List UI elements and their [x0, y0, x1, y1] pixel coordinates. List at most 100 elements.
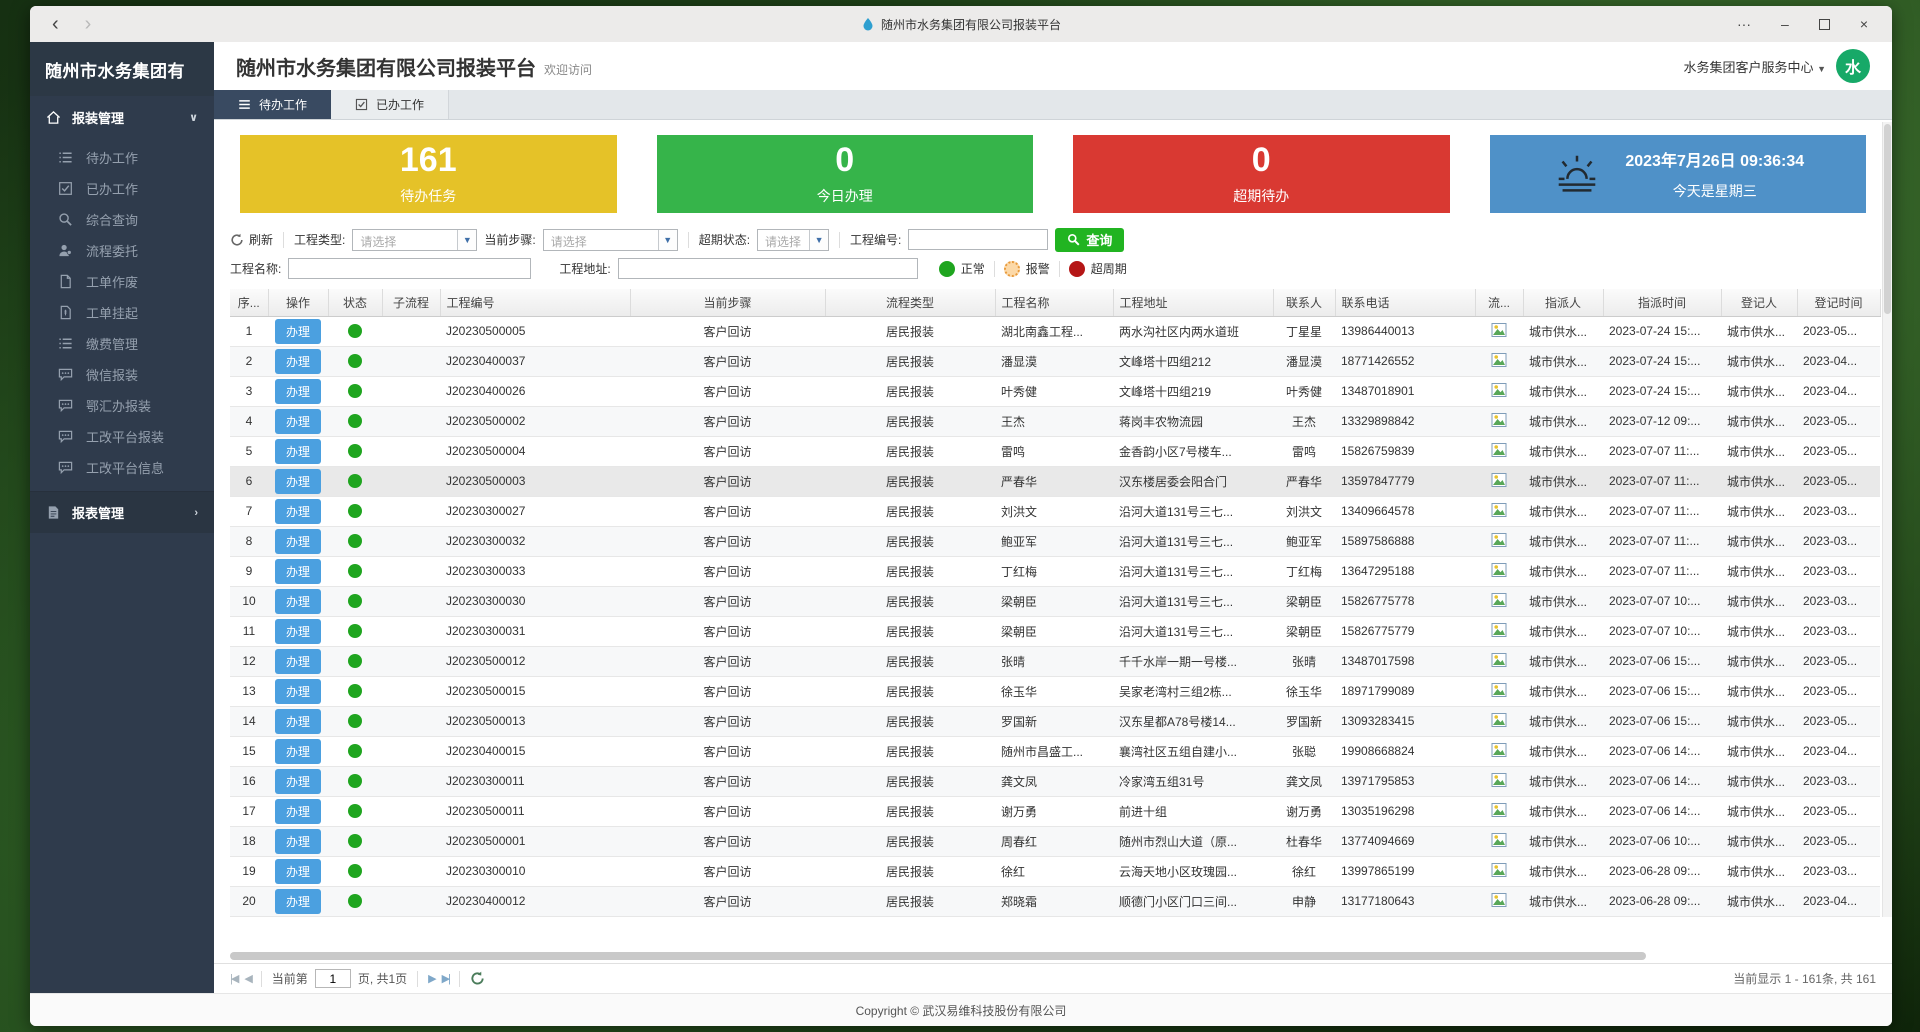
flow-chart-icon[interactable]: [1491, 472, 1507, 491]
handle-button[interactable]: 办理: [275, 319, 321, 344]
project-type-select[interactable]: 请选择▼: [352, 229, 477, 251]
flow-chart-icon[interactable]: [1491, 352, 1507, 371]
sidebar-item-baozhuang-guanli[interactable]: 报装管理 ∨: [30, 96, 214, 138]
handle-button[interactable]: 办理: [275, 589, 321, 614]
handle-button[interactable]: 办理: [275, 559, 321, 584]
table-row[interactable]: 18办理J20230500001客户回访居民报装周春红随州市烈山大道（原...杜…: [230, 826, 1880, 856]
flow-chart-icon[interactable]: [1491, 622, 1507, 641]
sidebar-item-ehuiban-install[interactable]: 鄂汇办报装: [30, 390, 214, 421]
handle-button[interactable]: 办理: [275, 829, 321, 854]
search-button[interactable]: 查询: [1055, 228, 1124, 252]
page-number-input[interactable]: [315, 969, 351, 988]
project-address-input[interactable]: [618, 258, 918, 279]
flow-chart-icon[interactable]: [1491, 502, 1507, 521]
flow-chart-icon[interactable]: [1491, 742, 1507, 761]
table-row[interactable]: 20办理J20230400012客户回访居民报装郑晓霜顺德门小区门口三间...申…: [230, 886, 1880, 916]
flow-chart-icon[interactable]: [1491, 682, 1507, 701]
close-icon[interactable]: ×: [1860, 16, 1868, 32]
next-page-button[interactable]: ▶: [428, 972, 434, 985]
table-row[interactable]: 6办理J20230500003客户回访居民报装严春华汉东楼居委会阳合门严春华13…: [230, 466, 1880, 496]
table-row[interactable]: 16办理J20230300011客户回访居民报装龚文凤冷家湾五组31号龚文凤13…: [230, 766, 1880, 796]
handle-button[interactable]: 办理: [275, 409, 321, 434]
table-row[interactable]: 12办理J20230500012客户回访居民报装张晴千千水岸一期一号楼...张晴…: [230, 646, 1880, 676]
prev-page-button[interactable]: ◀: [244, 972, 250, 985]
table-row[interactable]: 2办理J20230400037客户回访居民报装潘显漠文峰塔十四组212潘显漠18…: [230, 346, 1880, 376]
flow-chart-icon[interactable]: [1491, 592, 1507, 611]
table-row[interactable]: 5办理J20230500004客户回访居民报装雷鸣金香韵小区7号楼车...雷鸣1…: [230, 436, 1880, 466]
reload-icon[interactable]: [470, 971, 485, 986]
flow-chart-icon[interactable]: [1491, 802, 1507, 821]
avatar[interactable]: 水: [1836, 49, 1870, 83]
flow-chart-icon[interactable]: [1491, 382, 1507, 401]
table-row[interactable]: 3办理J20230400026客户回访居民报装叶秀健文峰塔十四组219叶秀健13…: [230, 376, 1880, 406]
refresh-button[interactable]: 刷新: [230, 231, 273, 248]
sidebar-item-payment-management[interactable]: 缴费管理: [30, 328, 214, 359]
sidebar-item-workorder-suspend[interactable]: 工单挂起: [30, 297, 214, 328]
cell-flowchart: [1475, 586, 1523, 616]
project-name-input[interactable]: [288, 258, 531, 279]
table-row[interactable]: 8办理J20230300032客户回访居民报装鲍亚军沿河大道131号三七...鲍…: [230, 526, 1880, 556]
table-row[interactable]: 13办理J20230500015客户回访居民报装徐玉华吴家老湾村三组2栋...徐…: [230, 676, 1880, 706]
handle-button[interactable]: 办理: [275, 529, 321, 554]
handle-button[interactable]: 办理: [275, 499, 321, 524]
table-row[interactable]: 11办理J20230300031客户回访居民报装梁朝臣沿河大道131号三七...…: [230, 616, 1880, 646]
overdue-status-select[interactable]: 请选择▼: [757, 229, 829, 251]
maximize-icon[interactable]: [1819, 19, 1830, 30]
first-page-button[interactable]: |◀: [230, 972, 237, 985]
flow-chart-icon[interactable]: [1491, 862, 1507, 881]
last-page-button[interactable]: ▶|: [442, 972, 449, 985]
tab-done-work[interactable]: 已办工作: [331, 90, 449, 119]
handle-button[interactable]: 办理: [275, 769, 321, 794]
table-row[interactable]: 9办理J20230300033客户回访居民报装丁红梅沿河大道131号三七...丁…: [230, 556, 1880, 586]
back-icon[interactable]: ‹: [52, 13, 59, 36]
handle-button[interactable]: 办理: [275, 679, 321, 704]
handle-button[interactable]: 办理: [275, 799, 321, 824]
table-row[interactable]: 14办理J20230500013客户回访居民报装罗国新汉东星都A78号楼14..…: [230, 706, 1880, 736]
table-row[interactable]: 10办理J20230300030客户回访居民报装梁朝臣沿河大道131号三七...…: [230, 586, 1880, 616]
sidebar-item-gongai-platform-info[interactable]: 工改平台信息: [30, 452, 214, 483]
handle-button[interactable]: 办理: [275, 859, 321, 884]
handle-button[interactable]: 办理: [275, 469, 321, 494]
handle-button[interactable]: 办理: [275, 889, 321, 914]
table-row[interactable]: 4办理J20230500002客户回访居民报装王杰蒋岗丰农物流园王杰133298…: [230, 406, 1880, 436]
handle-button[interactable]: 办理: [275, 439, 321, 464]
forward-icon[interactable]: ›: [85, 13, 92, 36]
table-row[interactable]: 1办理J20230500005客户回访居民报装湖北南鑫工程...两水沟社区内两水…: [230, 316, 1880, 346]
flow-chart-icon[interactable]: [1491, 832, 1507, 851]
minimize-icon[interactable]: –: [1781, 16, 1789, 32]
flow-chart-icon[interactable]: [1491, 532, 1507, 551]
flow-chart-icon[interactable]: [1491, 562, 1507, 581]
sidebar-item-done-work[interactable]: 已办工作: [30, 173, 214, 204]
more-icon[interactable]: ···: [1737, 16, 1751, 32]
sidebar-item-gongai-platform-install[interactable]: 工改平台报装: [30, 421, 214, 452]
sidebar-item-process-delegate[interactable]: 流程委托: [30, 235, 214, 266]
sidebar-item-wechat-install[interactable]: 微信报装: [30, 359, 214, 390]
user-menu[interactable]: 水务集团客户服务中心 ▼: [1683, 57, 1826, 76]
handle-button[interactable]: 办理: [275, 739, 321, 764]
handle-button[interactable]: 办理: [275, 619, 321, 644]
table-row[interactable]: 15办理J20230400015客户回访居民报装随州市昌盛工...襄湾社区五组自…: [230, 736, 1880, 766]
table-row[interactable]: 19办理J20230300010客户回访居民报装徐红云海天地小区玫瑰园...徐红…: [230, 856, 1880, 886]
current-step-select[interactable]: 请选择▼: [543, 229, 678, 251]
handle-button[interactable]: 办理: [275, 649, 321, 674]
handle-button[interactable]: 办理: [275, 709, 321, 734]
vertical-scrollbar[interactable]: [1882, 122, 1892, 917]
sidebar-item-comprehensive-query[interactable]: 综合查询: [30, 204, 214, 235]
flow-chart-icon[interactable]: [1491, 772, 1507, 791]
tab-todo-work[interactable]: 待办工作: [214, 90, 331, 119]
flow-chart-icon[interactable]: [1491, 442, 1507, 461]
flow-chart-icon[interactable]: [1491, 652, 1507, 671]
table-row[interactable]: 17办理J20230500011客户回访居民报装谢万勇前进十组谢万勇130351…: [230, 796, 1880, 826]
sidebar-item-report-management[interactable]: 报表管理 ›: [30, 491, 214, 533]
table-row[interactable]: 7办理J20230300027客户回访居民报装刘洪文沿河大道131号三七...刘…: [230, 496, 1880, 526]
sidebar-item-workorder-void[interactable]: 工单作废: [30, 266, 214, 297]
handle-button[interactable]: 办理: [275, 379, 321, 404]
handle-button[interactable]: 办理: [275, 349, 321, 374]
flow-chart-icon[interactable]: [1491, 322, 1507, 341]
horizontal-scrollbar[interactable]: [230, 952, 1876, 962]
sidebar-item-todo-work[interactable]: 待办工作: [30, 142, 214, 173]
flow-chart-icon[interactable]: [1491, 712, 1507, 731]
flow-chart-icon[interactable]: [1491, 412, 1507, 431]
flow-chart-icon[interactable]: [1491, 892, 1507, 911]
project-code-input[interactable]: [908, 229, 1048, 250]
